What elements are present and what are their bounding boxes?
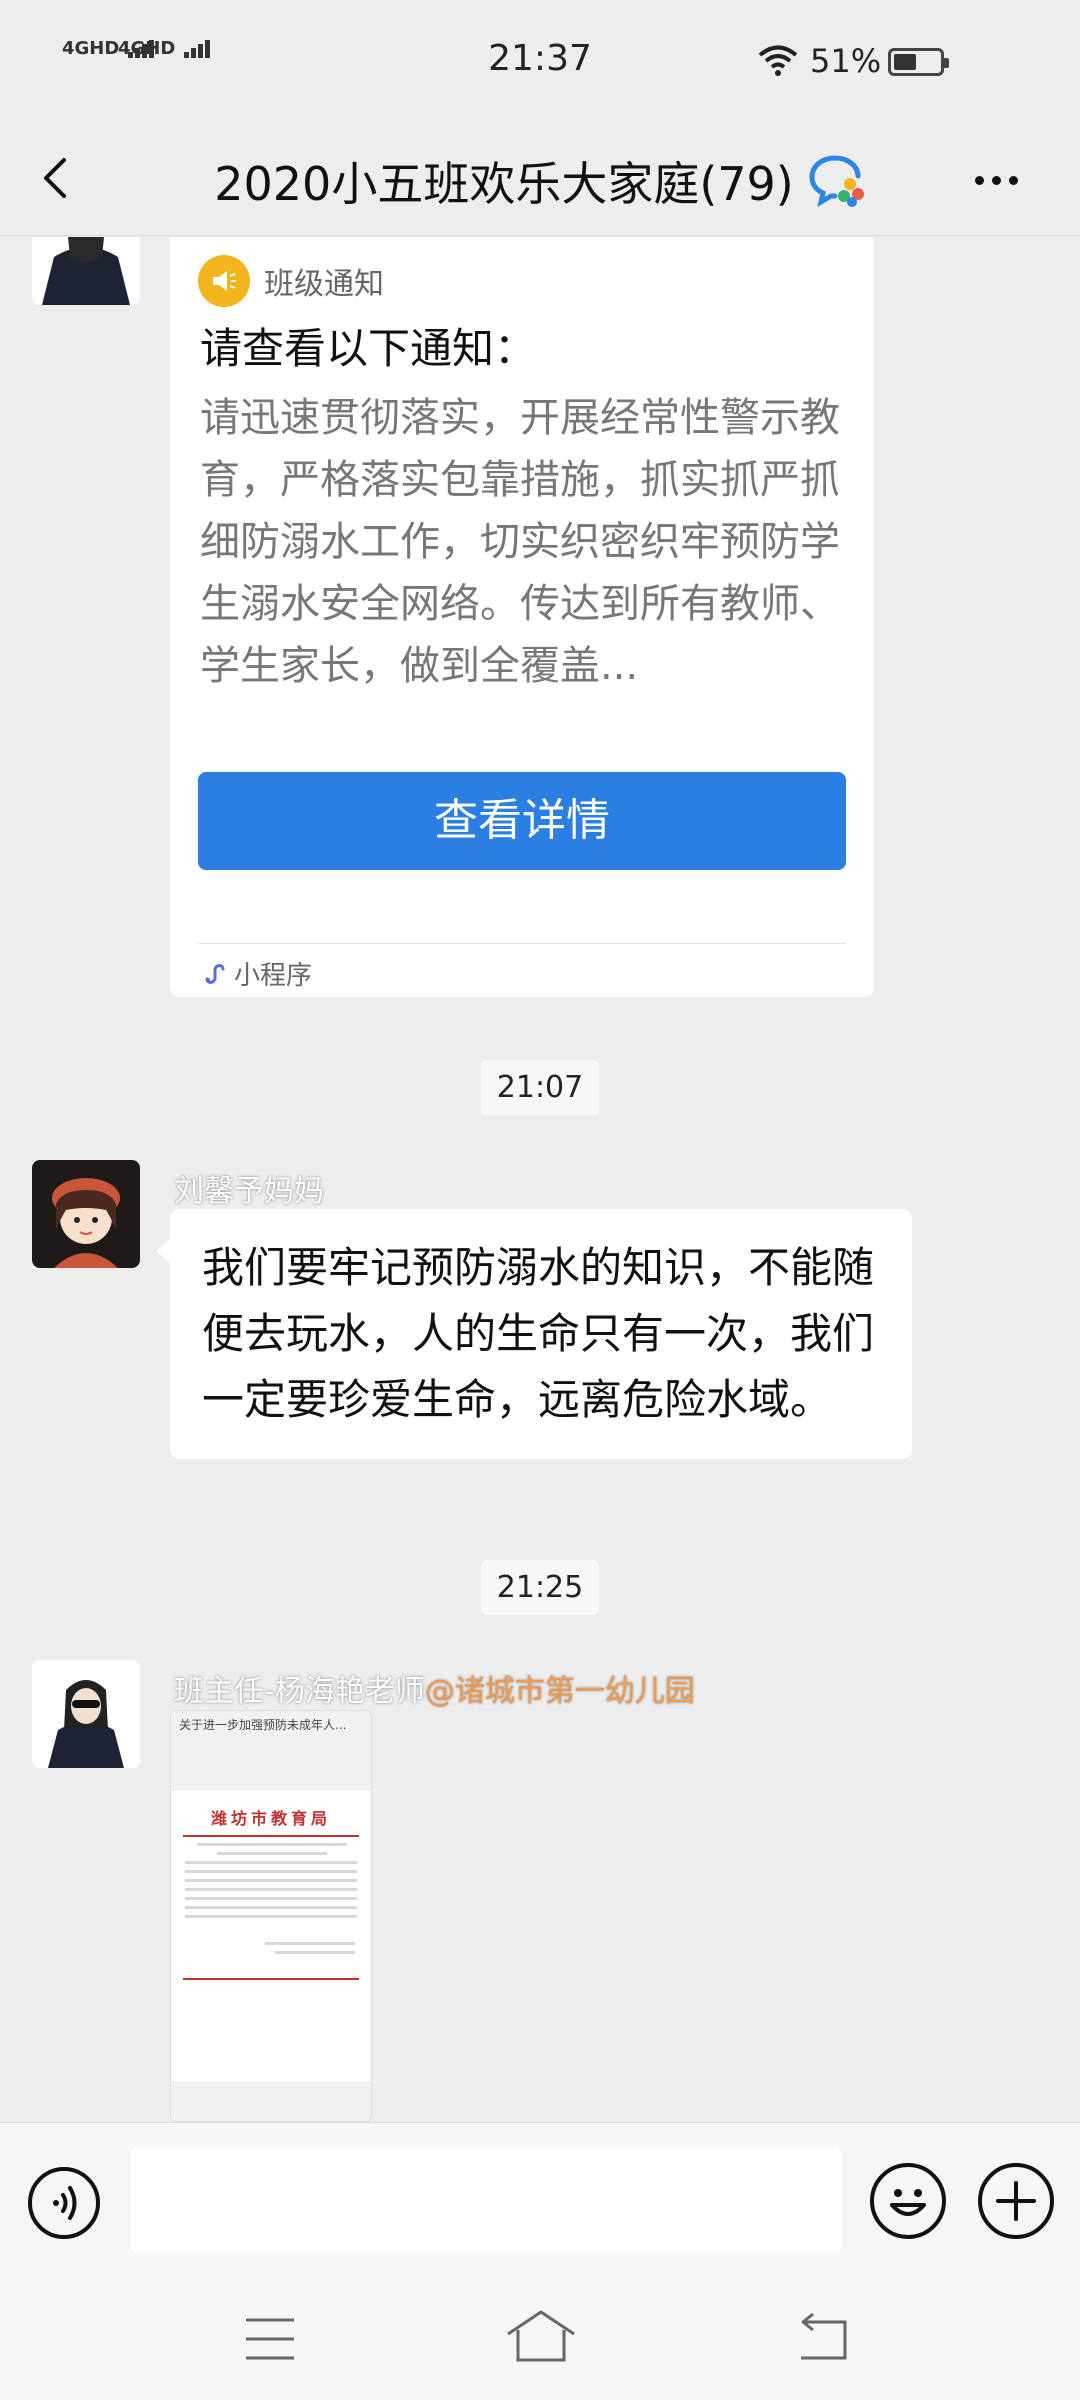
nav-home-button[interactable] (504, 2308, 578, 2364)
more-functions-button[interactable] (978, 2163, 1054, 2239)
avatar-image (32, 1660, 140, 1768)
voice-input-button[interactable] (28, 2167, 100, 2239)
voice-icon (53, 2186, 77, 2220)
chat-header: 2020小五班欢乐大家庭(79) (0, 120, 1080, 236)
more-dots-icon (975, 170, 1026, 189)
message-text: 我们要牢记预防溺水的知识，不能随便去玩水，人的生命只有一次，我们一定要珍爱生命，… (202, 1243, 875, 1424)
sender-name: 刘馨予妈妈 (174, 1174, 324, 1209)
timestamp: 21:25 (0, 1560, 1080, 1615)
avatar-teacher[interactable] (32, 1660, 140, 1768)
mini-program-icon (205, 963, 225, 984)
message-input[interactable] (130, 2147, 842, 2253)
battery-icon (888, 48, 949, 76)
input-bar (0, 2122, 1080, 2278)
card-tag: 班级通知 (198, 255, 384, 307)
thumbnail-red-rule (183, 1835, 359, 1837)
nav-back-button[interactable] (795, 2312, 851, 2364)
avatar-teacher-top[interactable] (32, 237, 140, 305)
menu-icon (246, 2318, 294, 2360)
timestamp: 21:07 (0, 1060, 1080, 1115)
view-details-button[interactable]: 查看详情 (198, 772, 846, 870)
avatar-image (32, 1160, 140, 1268)
timestamp-label: 21:07 (480, 1060, 600, 1115)
message-bubble[interactable]: 我们要牢记预防溺水的知识，不能随便去玩水，人的生命只有一次，我们一定要珍爱生命，… (156, 1209, 912, 1459)
thumbnail-org: 潍坊市教育局 (210, 1809, 331, 1828)
battery-percent: 51% (810, 42, 882, 80)
home-icon (507, 2310, 575, 2362)
thumbnail-title: 关于进一步加强预防未成年人... (179, 1718, 347, 1732)
timestamp-label: 21:25 (480, 1560, 600, 1615)
image-message[interactable]: 关于进一步加强预防未成年人... 潍坊市教育局 (170, 1710, 372, 2122)
avatar-image (32, 237, 140, 305)
more-button[interactable] (975, 170, 1035, 190)
notice-card[interactable]: 班级通知 请查看以下通知： 请迅速贯彻落实，开展经常性警示教育，严格落实包靠措施… (170, 237, 874, 997)
card-divider (198, 943, 846, 944)
card-title: 请查看以下通知： (200, 324, 537, 373)
chat-area[interactable]: 班级通知 请查看以下通知： 请迅速贯彻落实，开展经常性警示教育，严格落实包靠措施… (0, 237, 1080, 2122)
return-icon (801, 2312, 847, 2360)
sender-org-tag: @诸城市第一幼儿园 (424, 1674, 695, 1709)
chat-title: 2020小五班欢乐大家庭(79) (0, 148, 1080, 214)
megaphone-icon (198, 255, 250, 307)
card-tag-label: 班级通知 (264, 267, 384, 302)
group-chat-icon (809, 155, 864, 208)
chat-title-text: 2020小五班欢乐大家庭(79) (214, 157, 794, 211)
smiley-icon (890, 2189, 926, 2216)
thumbnail-top-bar: 关于进一步加强预防未成年人... (171, 1711, 371, 1791)
sender-name-text: 班主任-杨海艳老师 (174, 1674, 425, 1709)
sender-name: 班主任-杨海艳老师@诸城市第一幼儿园 (174, 1666, 695, 1710)
card-footer: 小程序 (202, 955, 312, 992)
avatar-parent[interactable] (32, 1160, 140, 1268)
nav-menu-button[interactable] (244, 2314, 296, 2364)
mini-program-label: 小程序 (234, 961, 313, 991)
plus-icon (996, 2181, 1036, 2221)
status-bar: 4GHD 4GHD 21:37 51% (0, 0, 1080, 120)
wifi-icon (758, 45, 798, 76)
card-body: 请迅速贯彻落实，开展经常性警示教育，严格落实包靠措施，抓实抓严抓细防溺水工作，切… (200, 395, 840, 689)
emoji-button[interactable] (870, 2163, 946, 2239)
system-nav-bar (0, 2278, 1080, 2400)
